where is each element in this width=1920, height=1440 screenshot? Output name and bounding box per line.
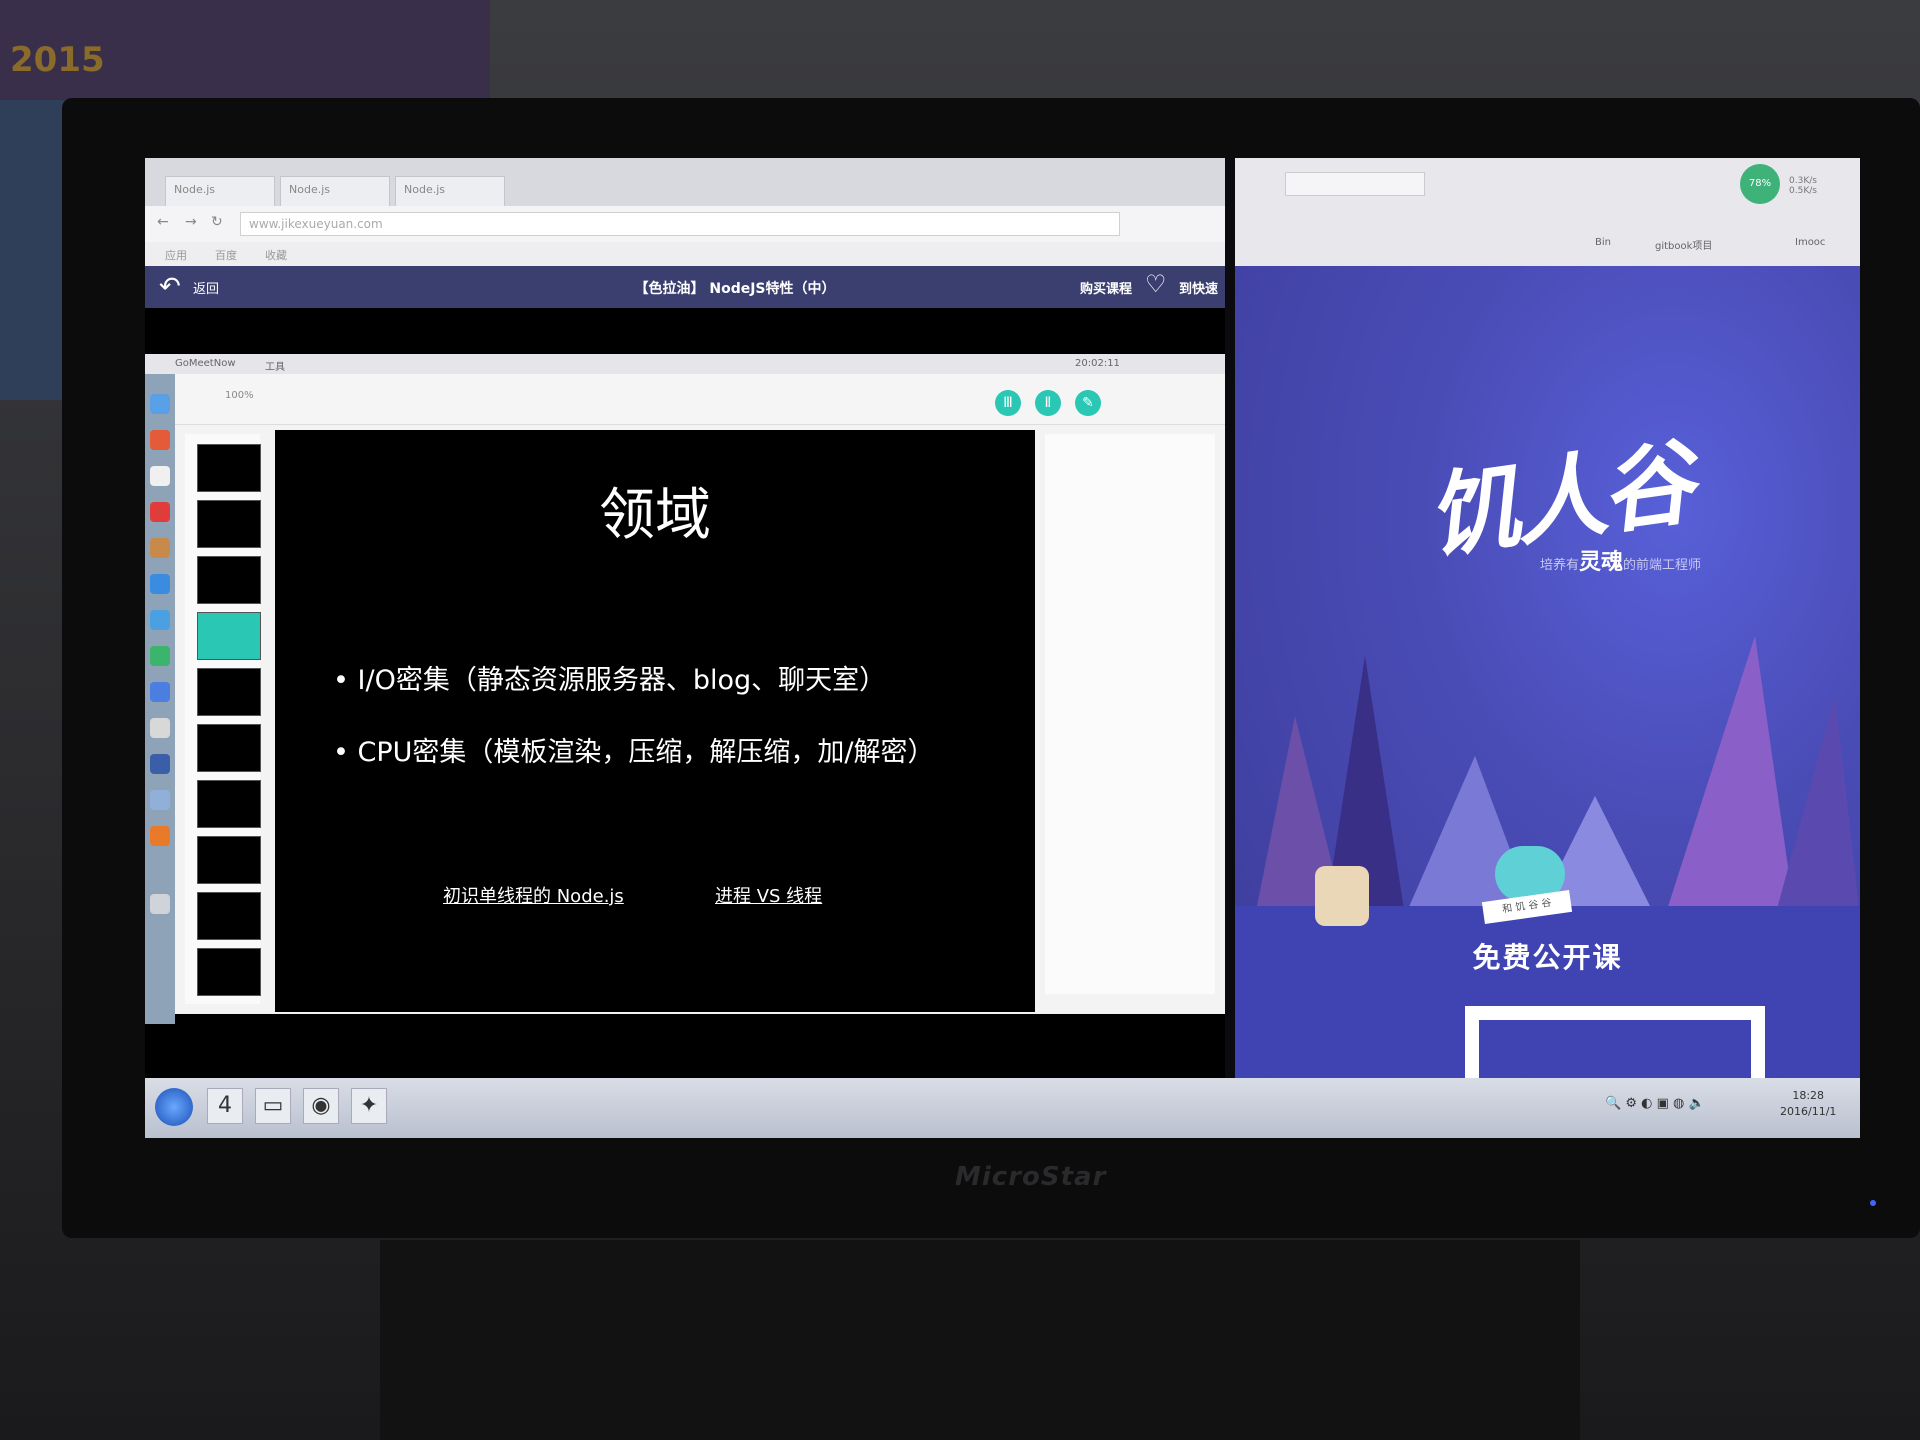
system-tray[interactable]: 🔍 ⚙ ◐ ▣ ◍ 🔈	[1605, 1096, 1705, 1111]
reload-icon[interactable]: ↻	[211, 214, 223, 230]
url-input[interactable]: www.jikexueyuan.com	[240, 212, 1120, 236]
left-browser-window: Node.js Node.js Node.js ← → ↻ www.jikexu…	[145, 158, 1225, 1078]
slogan: 培养有灵魂的前端工程师	[1540, 550, 1702, 575]
browser-tab[interactable]: Node.js	[165, 176, 275, 206]
keynote-toolbar: 100% Ⅲ Ⅱ ✎	[175, 374, 1225, 425]
network-speed: 0.3K/s 0.5K/s	[1789, 176, 1817, 196]
zoom-level[interactable]: 100%	[225, 390, 254, 401]
bookmark-item[interactable]: Bin	[1595, 237, 1611, 248]
monitor-brand: MicroStar	[955, 1162, 1107, 1192]
slide-navigator	[185, 434, 261, 1004]
slide-thumbnail[interactable]	[197, 892, 261, 940]
windows-taskbar: 4 ▭ ◉ ✦ 🔍 ⚙ ◐ ▣ ◍ 🔈 18:28 2016/11/1	[145, 1078, 1860, 1138]
slide-thumbnail[interactable]	[197, 836, 261, 884]
course-card-frame[interactable]	[1465, 1006, 1765, 1078]
slide-thumbnail[interactable]	[197, 780, 261, 828]
app-icon[interactable]	[150, 718, 170, 738]
monitor-stand	[380, 1240, 1580, 1440]
favorite-heart-icon[interactable]: ♡	[1145, 270, 1167, 298]
launchpad-icon[interactable]	[150, 790, 170, 810]
app-icon[interactable]	[150, 574, 170, 594]
bookmark-item[interactable]: gitbook项目	[1655, 237, 1712, 252]
remote-app-name[interactable]: GoMeetNow	[175, 358, 236, 369]
slide-title: 领域	[599, 483, 711, 548]
slide-thumbnail[interactable]	[197, 724, 261, 772]
poster-year: 2015	[10, 40, 105, 80]
free-course-heading: 免费公开课	[1472, 941, 1623, 974]
app-icon[interactable]	[150, 826, 170, 846]
lesson-title: 【色拉油】 NodeJS特性（中）	[634, 281, 836, 297]
slide-thumbnail[interactable]	[197, 668, 261, 716]
app-icon[interactable]	[150, 646, 170, 666]
browser-tab[interactable]	[1285, 172, 1425, 196]
browser-tab[interactable]: Node.js	[395, 176, 505, 206]
chrome-icon[interactable]	[150, 430, 170, 450]
address-bar: ← → ↻ www.jikexueyuan.com	[145, 206, 1225, 242]
mac-dock	[145, 374, 175, 1024]
taskbar-app-icon[interactable]: ✦	[351, 1088, 387, 1124]
keynote-window: 100% Ⅲ Ⅱ ✎ 领域 • I/O密集（静态资源服务器、blog、聊天室）	[175, 374, 1225, 1014]
trash-icon[interactable]	[150, 894, 170, 914]
slide-bullet: • I/O密集（静态资源服务器、blog、聊天室）	[333, 665, 887, 696]
app-icon[interactable]	[150, 754, 170, 774]
back-label: 返回	[193, 282, 220, 297]
bookmark-item[interactable]: 应用	[165, 247, 187, 263]
tab-strip: Node.js Node.js Node.js	[145, 158, 1225, 206]
remote-status-time: 20:02:11	[1075, 358, 1120, 369]
finder-icon[interactable]	[150, 394, 170, 414]
appstore-icon[interactable]	[150, 610, 170, 630]
keynote-tool-icon[interactable]: Ⅲ	[995, 390, 1021, 416]
network-speed-ball[interactable]: 78%	[1740, 164, 1780, 204]
right-browser-chrome: 78% 0.3K/s 0.5K/s Bin gitbook项目 Imooc	[1235, 158, 1860, 266]
taskbar-item[interactable]: 4	[207, 1088, 243, 1124]
slide-thumbnail[interactable]	[197, 556, 261, 604]
forward-nav-icon[interactable]: →	[185, 214, 197, 230]
quick-link[interactable]: 到快速	[1179, 278, 1218, 297]
right-browser-window: 78% 0.3K/s 0.5K/s Bin gitbook项目 Imooc 饥人谷…	[1235, 158, 1860, 1078]
weibo-icon[interactable]	[150, 502, 170, 522]
bookmark-item[interactable]: 收藏	[265, 247, 287, 263]
current-slide: 领域 • I/O密集（静态资源服务器、blog、聊天室） • CPU密集（模板渲…	[275, 430, 1035, 1012]
app-icon[interactable]	[150, 538, 170, 558]
keynote-tool-icon[interactable]: ✎	[1075, 390, 1101, 416]
start-button-icon[interactable]	[155, 1088, 193, 1126]
back-nav-icon[interactable]: ←	[157, 214, 169, 230]
wall-poster: 2015	[0, 0, 490, 100]
app-icon[interactable]	[150, 466, 170, 486]
remote-menubar: GoMeetNow 工具 20:02:11	[145, 354, 1225, 374]
back-arrow-icon: ↶	[159, 272, 181, 302]
mascot-character	[1315, 866, 1369, 926]
power-led	[1870, 1200, 1876, 1206]
back-button[interactable]: ↶ 返回	[159, 272, 239, 302]
taskbar-clock[interactable]: 18:28 2016/11/1	[1780, 1088, 1836, 1120]
app-icon[interactable]	[150, 682, 170, 702]
slide-thumbnail[interactable]	[197, 444, 261, 492]
browser-tab[interactable]: Node.js	[280, 176, 390, 206]
screen: Node.js Node.js Node.js ← → ↻ www.jikexu…	[145, 158, 1860, 1138]
bookmarks-bar: Bin gitbook项目 Imooc	[1235, 234, 1860, 254]
bookmark-item[interactable]: Imooc	[1795, 237, 1825, 248]
slide-link[interactable]: 初识单线程的 Node.js	[443, 882, 624, 908]
slide-bullet: • CPU密集（模板渲染，压缩，解压缩，加/解密）	[333, 737, 935, 768]
buy-course-button[interactable]: 购买课程	[1080, 278, 1132, 297]
taskbar-chrome-icon[interactable]: ◉	[303, 1088, 339, 1124]
remote-menu-tools[interactable]: 工具	[265, 358, 285, 373]
taskbar-folder-icon[interactable]: ▭	[255, 1088, 291, 1124]
slide-thumbnail[interactable]	[197, 500, 261, 548]
bookmark-item[interactable]: 百度	[215, 247, 237, 263]
slide-thumbnail[interactable]	[197, 612, 261, 660]
format-panel	[1045, 434, 1215, 994]
url-input[interactable]	[1245, 208, 1835, 228]
keynote-tool-icon[interactable]: Ⅱ	[1035, 390, 1061, 416]
bookmarks-bar: 应用 百度 收藏	[145, 242, 1225, 266]
hero-banner: 饥人谷 培养有灵魂的前端工程师 和 饥 谷 谷 免费公开课	[1235, 266, 1860, 1078]
lesson-bar: ↶ 返回 【色拉油】 NodeJS特性（中） 购买课程 ♡ 到快速	[145, 266, 1225, 308]
slide-link[interactable]: 进程 VS 线程	[715, 882, 822, 908]
slide-thumbnail[interactable]	[197, 948, 261, 996]
